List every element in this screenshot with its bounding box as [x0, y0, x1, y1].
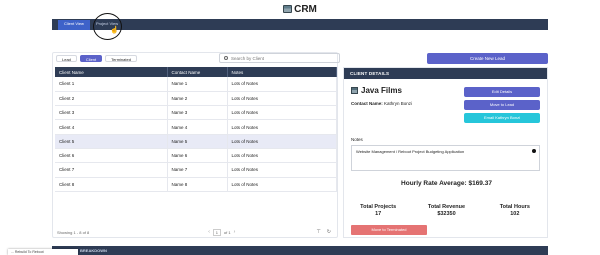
email-contact-button[interactable]: Email Kathryn Bonzi — [464, 113, 540, 123]
stat-value: 102 — [510, 211, 520, 217]
app-title: CRM — [294, 3, 317, 15]
cell-notes: Lots of Notes — [227, 177, 337, 192]
page-nav: ‹ 1 of 1 › — [208, 228, 236, 236]
pagination-summary: Showing 1 - 8 of 8 — [57, 229, 90, 235]
building-logo-icon — [283, 5, 293, 13]
contact-value: Kathryn Bonzi — [384, 101, 413, 106]
table-row[interactable]: Client 7 Name 7 Lots of Notes — [55, 162, 337, 178]
move-to-lead-button[interactable]: Move to Lead — [464, 100, 540, 110]
cell-client-name: Client 8 — [55, 177, 168, 192]
tab-client-view[interactable]: Client View — [58, 20, 90, 30]
cell-contact-name: Name 1 — [167, 77, 228, 92]
client-name-text: Java Films — [361, 86, 402, 95]
next-page-icon[interactable]: › — [234, 229, 236, 235]
table-row[interactable]: Client 5 Name 5 Lots of Notes — [55, 134, 337, 149]
stat-label: Total Hours — [499, 204, 530, 210]
client-name: Java Films — [351, 86, 402, 95]
clients-table: Client Name Contact Name Notes Client 1N… — [55, 67, 337, 192]
move-to-terminated-button[interactable]: Move to Terminated — [351, 225, 427, 235]
table-row[interactable]: Client 3 Name 3 Lots of Notes — [55, 105, 337, 121]
refresh-icon[interactable]: ↻ — [327, 229, 331, 235]
search-icon — [224, 56, 228, 60]
table-row[interactable]: Client 2 Name 2 Lots of Notes — [55, 91, 337, 107]
page-count: of 1 — [223, 229, 231, 235]
cell-contact-name: Name 4 — [167, 119, 228, 135]
breakdown-header: BREAKDOWN — [52, 246, 548, 255]
column-header-client-name[interactable]: Client Name — [55, 67, 168, 77]
cell-contact-name: Name 7 — [167, 162, 228, 178]
app-header: CRM — [0, 0, 600, 18]
toast-notification: ... Rebuild To Reboot — [8, 249, 78, 255]
notes-field[interactable]: Website Management / Reboot Project Budg… — [351, 145, 540, 171]
nav-bar: Client View Project View — [52, 19, 548, 30]
notes-menu-icon[interactable] — [532, 149, 536, 153]
client-details-header: CLIENT DETAILS — [344, 68, 547, 79]
client-stats: Total Projects 17 Total Revenue $32350 T… — [344, 204, 549, 218]
cell-contact-name: Name 8 — [167, 177, 228, 192]
cell-client-name: Client 1 — [55, 77, 168, 92]
building-icon — [351, 87, 358, 94]
cell-client-name: Client 3 — [55, 105, 168, 121]
hourly-rate: Hourly Rate Average: $169.37 — [401, 180, 492, 187]
cell-notes: Lots of Notes — [227, 134, 337, 149]
table-row[interactable]: Client 1 Name 1 Lots of Notes — [55, 77, 337, 92]
stat-total-projects: Total Projects 17 — [344, 204, 412, 218]
cell-notes: Lots of Notes — [227, 148, 337, 164]
cell-contact-name: Name 5 — [167, 134, 228, 149]
cell-client-name: Client 5 — [55, 134, 168, 149]
cell-notes: Lots of Notes — [227, 105, 337, 121]
cell-client-name: Client 6 — [55, 148, 168, 164]
cell-notes: Lots of Notes — [227, 119, 337, 135]
client-details-panel: CLIENT DETAILS Java Films Contact Name: … — [343, 67, 548, 238]
notes-label: Notes — [351, 137, 363, 142]
filter-client-button[interactable]: Client — [79, 55, 103, 62]
cell-contact-name: Name 2 — [167, 91, 228, 107]
create-lead-button[interactable]: Create New Lead — [427, 53, 548, 64]
cell-notes: Lots of Notes — [227, 77, 337, 92]
stat-total-hours: Total Hours 102 — [481, 204, 549, 218]
filter-terminated-button[interactable]: Terminated — [105, 55, 137, 62]
page-number-input[interactable]: 1 — [212, 228, 221, 236]
status-filters: Lead Client Terminated — [56, 55, 137, 62]
stat-value: $32350 — [437, 211, 456, 217]
notes-text: Website Management / Reboot Project Budg… — [356, 149, 465, 154]
hand-cursor-icon: ☝ — [110, 27, 119, 34]
table-row[interactable]: Client 6 Name 6 Lots of Notes — [55, 148, 337, 164]
table-header-row: Client Name Contact Name Notes — [55, 67, 337, 77]
table-row[interactable]: Client 4 Name 4 Lots of Notes — [55, 119, 337, 135]
filter-icon[interactable]: ⊤ — [316, 229, 320, 235]
cell-contact-name: Name 6 — [167, 148, 228, 164]
stat-value: 17 — [375, 211, 382, 217]
client-list-panel: Lead Client Terminated Client Name Conta… — [52, 52, 340, 238]
cell-notes: Lots of Notes — [227, 91, 337, 107]
stat-label: Total Revenue — [427, 204, 466, 210]
edit-details-button[interactable]: Edit Details — [464, 87, 540, 97]
cell-client-name: Client 2 — [55, 91, 168, 107]
search-input[interactable] — [231, 55, 331, 61]
table-tools: ⊤ ↻ — [316, 229, 331, 235]
cell-notes: Lots of Notes — [227, 162, 337, 178]
column-header-notes[interactable]: Notes — [227, 67, 337, 77]
brand: CRM — [283, 4, 317, 15]
column-header-contact-name[interactable]: Contact Name — [167, 67, 228, 77]
stat-label: Total Projects — [360, 204, 397, 210]
stat-total-revenue: Total Revenue $32350 — [412, 204, 480, 218]
cell-client-name: Client 4 — [55, 119, 168, 135]
cell-client-name: Client 7 — [55, 162, 168, 178]
prev-page-icon[interactable]: ‹ — [208, 229, 210, 235]
contact-line: Contact Name: Kathryn Bonzi — [351, 101, 412, 106]
table-row[interactable]: Client 8 Name 8 Lots of Notes — [55, 177, 337, 192]
cell-contact-name: Name 3 — [167, 105, 228, 121]
contact-label: Contact Name: — [351, 101, 383, 106]
search-box — [219, 53, 340, 63]
filter-lead-button[interactable]: Lead — [56, 55, 77, 62]
pagination: Showing 1 - 8 of 8 ‹ 1 of 1 › ⊤ ↻ — [57, 227, 337, 237]
